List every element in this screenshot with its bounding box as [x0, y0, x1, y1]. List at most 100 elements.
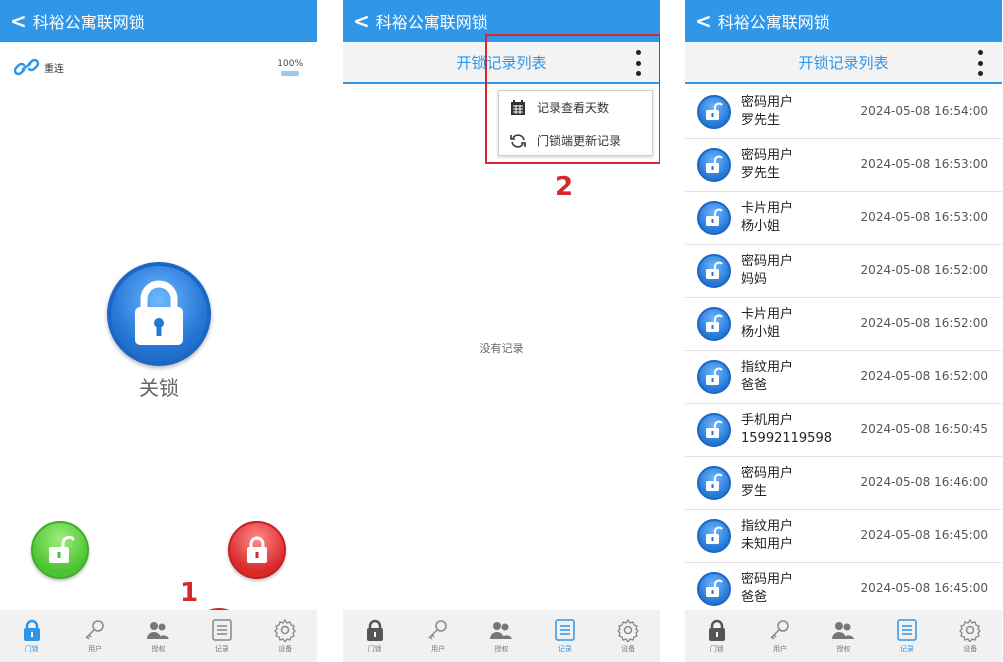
record-row[interactable]: 手机用户 15992119598 2024-05-08 16:50:45	[685, 404, 1002, 457]
unlock-record-icon	[697, 201, 731, 235]
unlocked-padlock-icon	[706, 155, 723, 173]
record-row[interactable]: 卡片用户 杨小姐 2024-05-08 16:53:00	[685, 192, 1002, 245]
tab-label: 设备	[278, 645, 293, 653]
tab-label: 设备	[621, 645, 636, 653]
back-button[interactable]: <	[10, 11, 27, 31]
gear-icon	[617, 618, 640, 642]
users-icon	[490, 622, 513, 639]
record-row[interactable]: 密码用户罗先生 2024-05-08 16:54:00	[685, 86, 1002, 139]
tab-lock[interactable]: 门锁	[350, 618, 400, 654]
record-row[interactable]: 指纹用户 爸爸 2024-05-08 16:52:00	[685, 351, 1002, 404]
record-time: 2024-05-08 16:54:00	[860, 104, 988, 118]
record-user: 卡片用户 杨小姐	[741, 306, 793, 342]
bottom-tab-bar: 门锁 用户 授权 记录 设备	[343, 610, 660, 662]
tab-lock[interactable]: 门锁	[7, 618, 57, 654]
more-options-button[interactable]	[976, 50, 984, 76]
record-user: 密码用户 罗生	[741, 465, 793, 501]
unlocked-padlock-icon	[706, 208, 723, 226]
record-user-type: 密码用户	[741, 466, 794, 481]
record-user-name: 妈妈	[741, 272, 768, 287]
record-user-name: 杨小姐	[741, 325, 781, 340]
unlocked-padlock-icon	[706, 261, 723, 279]
record-row[interactable]: 密码用户 罗生 2024-05-08 16:46:00	[685, 457, 1002, 510]
more-icon	[977, 50, 983, 55]
lock-icon	[366, 619, 383, 641]
tab-label: 用户	[773, 645, 788, 653]
tab-records[interactable]: 记录	[882, 618, 932, 654]
record-time: 2024-05-08 16:52:00	[860, 369, 988, 383]
key-icon	[85, 620, 104, 640]
users-icon	[832, 622, 855, 639]
record-list-icon	[555, 619, 575, 641]
tab-records[interactable]: 记录	[197, 618, 247, 654]
key-icon	[428, 620, 447, 640]
record-list-icon	[897, 619, 917, 641]
record-time: 2024-05-08 16:50:45	[860, 422, 988, 436]
record-user: 指纹用户 未知用户	[741, 518, 793, 554]
record-row[interactable]: 密码用户 妈妈 2024-05-08 16:52:00	[685, 245, 1002, 298]
bottom-tab-bar: 门锁 用户 授权 记录 设备	[685, 610, 1002, 662]
unlock-button[interactable]	[31, 521, 89, 579]
tab-user[interactable]: 用户	[413, 618, 463, 654]
unlocked-padlock-icon	[706, 420, 723, 438]
record-row[interactable]: 指纹用户 未知用户 2024-05-08 16:45:00	[685, 510, 1002, 563]
back-button[interactable]: <	[695, 11, 712, 31]
tab-label: 门锁	[367, 645, 382, 653]
lock-button[interactable]	[228, 521, 286, 579]
locked-padlock-icon	[247, 536, 267, 563]
record-user: 密码用户 罗先生	[741, 94, 793, 130]
unlocked-padlock-icon	[49, 535, 74, 563]
unlock-record-icon	[697, 148, 731, 182]
record-row[interactable]: 密码用户 罗先生 2024-05-08 16:53:00	[685, 139, 1002, 192]
app-bar: < 科裕公寓联网锁	[0, 0, 317, 42]
record-time: 2024-05-08 16:53:00	[860, 157, 988, 171]
record-time: 2024-05-08 16:45:00	[860, 581, 988, 595]
app-bar: < 科裕公寓联网锁	[685, 0, 1002, 42]
tab-label: 记录	[214, 645, 229, 653]
record-user-type: 密码用户	[741, 95, 794, 110]
tab-label: 记录	[899, 645, 914, 653]
lock-toggle-button[interactable]	[107, 262, 211, 366]
records-menu-screen: < 科裕公寓联网锁 开锁记录列表 记录查看天数 门锁端更新记录 2 没有记录 门…	[343, 0, 660, 662]
record-list-icon	[212, 619, 232, 641]
record-user: 卡片用户 杨小姐	[741, 200, 793, 236]
record-user-type: 卡片用户	[741, 201, 794, 216]
record-user-type: 密码用户	[741, 254, 794, 269]
tab-lock[interactable]: 门锁	[692, 618, 742, 654]
record-row[interactable]: 密码用户 爸爸 2024-05-08 16:45:00	[685, 563, 1002, 616]
bottom-tab-bar: 门锁 用户 授权 记录 设备	[0, 610, 317, 662]
record-time: 2024-05-08 16:45:00	[860, 528, 988, 542]
record-user-name: 罗生	[741, 484, 768, 499]
tab-user[interactable]: 用户	[70, 618, 120, 654]
tab-device[interactable]: 设备	[260, 618, 310, 654]
reconnect-button[interactable]: 重连	[14, 56, 64, 78]
link-icon	[14, 58, 40, 76]
records-header: 开锁记录列表	[685, 42, 1002, 84]
unlocked-padlock-icon	[706, 314, 723, 332]
tab-records[interactable]: 记录	[540, 618, 590, 654]
tab-authorize[interactable]: 授权	[133, 618, 183, 654]
unlocked-padlock-icon	[706, 526, 723, 544]
empty-state-text: 没有记录	[479, 342, 524, 355]
reconnect-label: 重连	[44, 63, 64, 75]
tab-authorize[interactable]: 授权	[476, 618, 526, 654]
record-user-name: 15992119598	[741, 431, 832, 446]
record-row[interactable]: 卡片用户 杨小姐 2024-05-08 16:52:00	[685, 298, 1002, 351]
tab-device[interactable]: 设备	[603, 618, 653, 654]
record-user-type: 密码用户	[741, 572, 794, 587]
record-user-type: 指纹用户	[741, 360, 794, 375]
app-title: 科裕公寓联网锁	[32, 13, 145, 32]
tab-label: 用户	[88, 645, 103, 653]
record-user-type: 密码用户	[741, 148, 794, 163]
battery-percent: 100%	[277, 58, 303, 69]
unlock-record-icon	[697, 572, 731, 606]
tab-device[interactable]: 设备	[945, 618, 995, 654]
record-user-type: 指纹用户	[741, 519, 794, 534]
tab-user[interactable]: 用户	[755, 618, 805, 654]
back-button[interactable]: <	[353, 11, 370, 31]
tab-label: 门锁	[709, 645, 724, 653]
key-icon	[770, 620, 789, 640]
tab-authorize[interactable]: 授权	[818, 618, 868, 654]
record-user-name: 罗先生	[741, 113, 781, 128]
record-time: 2024-05-08 16:53:00	[860, 210, 988, 224]
